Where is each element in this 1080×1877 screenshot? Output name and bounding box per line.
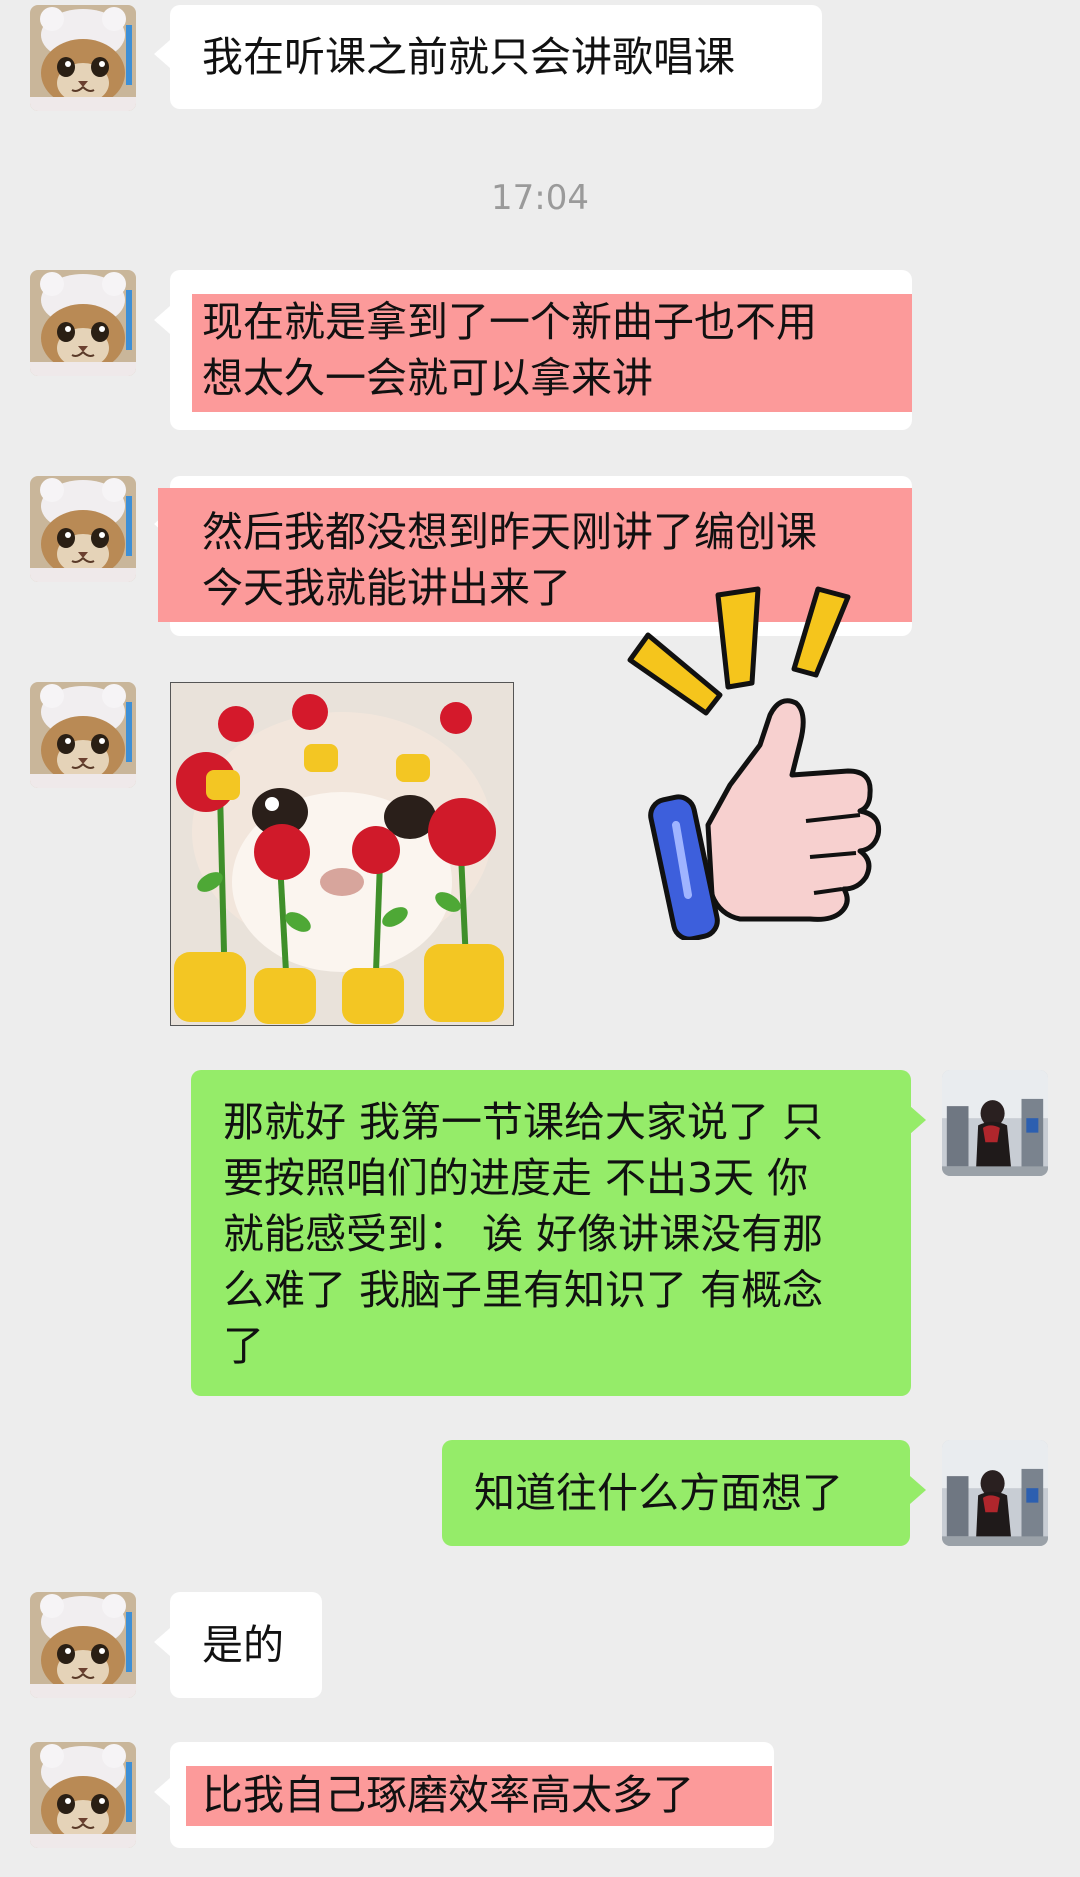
message-text: 知道往什么方面想了 [474,1469,843,1517]
message-bubble[interactable]: 是的 [170,1592,322,1698]
message-text: 是的 [202,1621,284,1669]
cat-avatar-icon [30,5,136,111]
message-bubble[interactable]: 知道往什么方面想了 [442,1440,910,1546]
cat-avatar-icon [30,1742,136,1848]
contact-avatar[interactable] [30,270,136,376]
contact-avatar[interactable] [30,682,136,788]
message-bubble[interactable]: 那就好 我第一节课给大家说了 只 要按照咱们的进度走 不出3天 你 就能感受到：… [191,1070,911,1396]
user-avatar-icon [942,1440,1048,1546]
contact-avatar[interactable] [30,5,136,111]
cat-avatar-icon [30,1592,136,1698]
thumbs-up-sticker [620,575,920,942]
bubble-tail [910,1106,926,1134]
message-text: 那就好 我第一节课给大家说了 只 要按照咱们的进度走 不出3天 你 就能感受到：… [223,1098,824,1370]
message-text: 现在就是拿到了一个新曲子也不用 想太久一会就可以拿来讲 [202,298,817,402]
cat-avatar-icon [30,682,136,788]
message-text: 比我自己琢磨效率高太多了 [202,1771,694,1819]
message-text: 我在听课之前就只会讲歌唱课 [202,33,735,81]
thumbs-up-sticker-icon [627,586,882,942]
rose-sticker-image[interactable] [169,681,515,1027]
user-avatar-icon [942,1070,1048,1176]
cat-avatar-icon [30,270,136,376]
bubble-tail [154,40,170,68]
cat-avatar-icon [30,476,136,582]
message-bubble[interactable]: 现在就是拿到了一个新曲子也不用 想太久一会就可以拿来讲 [170,270,912,430]
contact-avatar[interactable] [30,1592,136,1698]
self-avatar[interactable] [942,1440,1048,1546]
bubble-tail [154,1778,170,1806]
cat-with-roses-sticker [169,681,515,1027]
message-bubble[interactable]: 比我自己琢磨效率高太多了 [170,1742,774,1848]
message-bubble[interactable]: 我在听课之前就只会讲歌唱课 [170,5,822,109]
self-avatar[interactable] [942,1070,1048,1176]
contact-avatar[interactable] [30,1742,136,1848]
bubble-tail [154,1628,170,1656]
contact-avatar[interactable] [30,476,136,582]
timestamp: 17:04 [491,178,589,218]
bubble-tail [154,306,170,334]
bubble-tail [910,1476,926,1504]
